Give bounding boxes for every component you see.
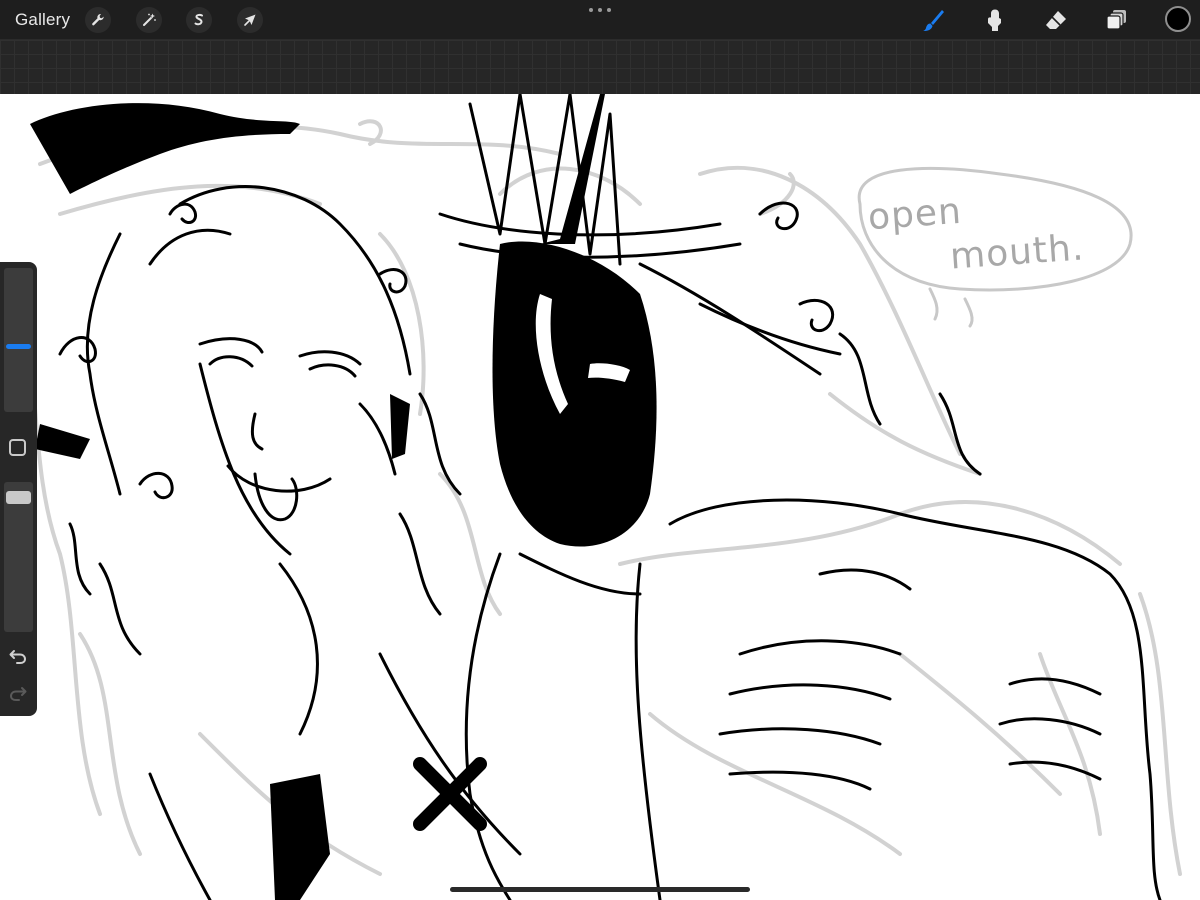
smudge-icon [988,9,1001,31]
eraser-tool-button[interactable] [1042,6,1070,34]
color-picker-swatch[interactable] [1165,6,1191,32]
gallery-button[interactable]: Gallery [15,8,70,32]
actions-button[interactable] [85,7,111,33]
opacity-slider-thumb[interactable] [6,490,31,504]
layers-icon [1106,10,1126,30]
sketch-artwork [18,94,1182,900]
top-toolbar: Gallery [0,0,1200,40]
selection-s-icon [194,13,203,26]
smudge-tool-button[interactable] [980,6,1008,34]
brush-size-slider-thumb[interactable] [6,344,31,350]
drawing-canvas[interactable]: open mouth. [0,94,1200,900]
redo-button[interactable] [8,683,28,703]
undo-button[interactable] [8,646,28,666]
adjustments-button[interactable] [136,7,162,33]
square-modifier-icon[interactable] [9,439,26,456]
redo-icon [9,687,27,701]
layers-button[interactable] [1103,6,1131,34]
opacity-slider[interactable] [4,482,33,632]
brush-tool-button[interactable] [919,6,947,34]
more-dots-icon[interactable] [589,4,611,16]
left-sidebar [0,262,37,716]
procreate-app: Gallery open mouth. [0,0,1200,900]
magic-wand-icon [143,13,156,26]
canvas-margin-band [0,40,1200,94]
arrow-cursor-icon [244,14,256,26]
wrench-icon [92,13,104,26]
transform-button[interactable] [237,7,263,33]
selection-button[interactable] [186,7,212,33]
eraser-icon [1046,11,1066,29]
brush-size-slider[interactable] [4,268,33,412]
note-text-open: open [866,190,964,239]
brush-icon [923,10,944,31]
undo-icon [9,650,27,664]
home-indicator[interactable] [450,887,750,892]
